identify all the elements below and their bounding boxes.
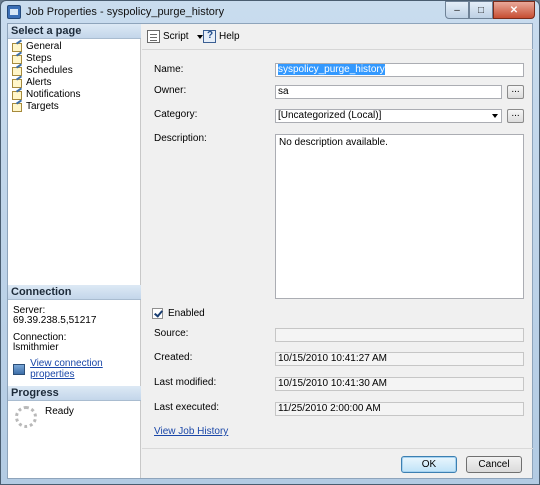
category-select[interactable]: [Uncategorized (Local)] (275, 109, 502, 123)
help-icon (203, 30, 216, 43)
page-icon (12, 101, 23, 112)
category-browse-button[interactable]: ... (507, 109, 524, 123)
progress-header: Progress (8, 386, 141, 401)
owner-label: Owner: (154, 85, 187, 96)
page-icon (12, 53, 23, 64)
view-connection-properties-label: View connection properties (30, 358, 103, 380)
toolbar: Script Help (142, 24, 533, 50)
category-value: [Uncategorized (Local)] (278, 110, 382, 121)
chevron-down-icon[interactable] (489, 111, 500, 121)
connection-properties-icon (13, 363, 26, 375)
title-bar[interactable]: Job Properties - syspolicy_purge_history… (1, 1, 539, 23)
view-connection-properties-link[interactable]: View connection properties (13, 358, 140, 380)
page-icon (12, 77, 23, 88)
page-icon (12, 41, 23, 52)
page-item-label: Schedules (26, 64, 73, 76)
cancel-button[interactable]: Cancel (466, 456, 522, 473)
name-label: Name: (154, 64, 184, 75)
window-controls: – □ ✕ (445, 1, 535, 19)
last-modified-field: 10/15/2010 10:41:30 AM (275, 377, 524, 391)
minimize-button[interactable]: – (445, 1, 469, 19)
created-label: Created: (154, 352, 193, 363)
owner-field[interactable]: sa (275, 85, 502, 99)
maximize-button[interactable]: □ (469, 1, 493, 19)
page-item-schedules[interactable]: Schedules (12, 64, 80, 76)
dialog-client-area: Select a page General Steps Schedules Al… (7, 23, 533, 479)
page-icon (12, 65, 23, 76)
page-list: General Steps Schedules Alerts Notificat… (12, 40, 80, 112)
description-textarea[interactable]: No description available. (275, 134, 524, 299)
name-value: syspolicy_purge_history (278, 64, 385, 75)
description-label: Description: (154, 133, 207, 144)
page-item-label: Notifications (26, 88, 81, 100)
app-icon (7, 5, 21, 19)
source-label: Source: (154, 328, 189, 339)
server-value: 69.39.238.5,51217 (13, 315, 97, 326)
name-field[interactable]: syspolicy_purge_history (275, 63, 524, 77)
source-field[interactable] (275, 328, 524, 342)
ok-button[interactable]: OK (401, 456, 457, 473)
chevron-down-icon[interactable] (196, 34, 203, 39)
progress-spinner-icon (15, 406, 37, 428)
last-executed-field: 11/25/2010 2:00:00 AM (275, 402, 524, 416)
page-item-label: Steps (26, 52, 52, 64)
page-item-notifications[interactable]: Notifications (12, 88, 80, 100)
help-label: Help (219, 31, 240, 42)
page-item-steps[interactable]: Steps (12, 52, 80, 64)
window-title: Job Properties - syspolicy_purge_history (26, 6, 225, 18)
created-field: 10/15/2010 10:41:27 AM (275, 352, 524, 366)
page-item-general[interactable]: General (12, 40, 80, 52)
select-page-header: Select a page (8, 24, 141, 39)
page-icon (12, 89, 23, 100)
page-item-label: General (26, 40, 62, 52)
page-item-label: Targets (26, 100, 59, 112)
page-item-label: Alerts (26, 76, 52, 88)
close-icon: ✕ (509, 4, 519, 16)
help-button[interactable]: Help (203, 30, 240, 43)
connection-header: Connection (8, 285, 141, 300)
enabled-checkbox[interactable] (152, 308, 163, 319)
progress-status: Ready (45, 406, 74, 417)
owner-browse-button[interactable]: ... (507, 85, 524, 99)
close-button[interactable]: ✕ (493, 1, 535, 19)
view-job-history-link[interactable]: View Job History (154, 426, 228, 437)
left-pane: Select a page General Steps Schedules Al… (8, 24, 141, 478)
script-icon (147, 30, 160, 43)
minimize-icon: – (454, 4, 460, 16)
job-properties-window: Job Properties - syspolicy_purge_history… (0, 0, 540, 485)
connection-value: lsmithmier (13, 342, 59, 353)
script-button[interactable]: Script (147, 30, 203, 43)
last-modified-label: Last modified: (154, 377, 217, 388)
maximize-icon: □ (477, 4, 485, 16)
enabled-label: Enabled (168, 308, 205, 319)
category-label: Category: (154, 109, 198, 120)
last-executed-label: Last executed: (154, 402, 220, 413)
script-label: Script (163, 31, 189, 42)
page-item-alerts[interactable]: Alerts (12, 76, 80, 88)
page-item-targets[interactable]: Targets (12, 100, 80, 112)
